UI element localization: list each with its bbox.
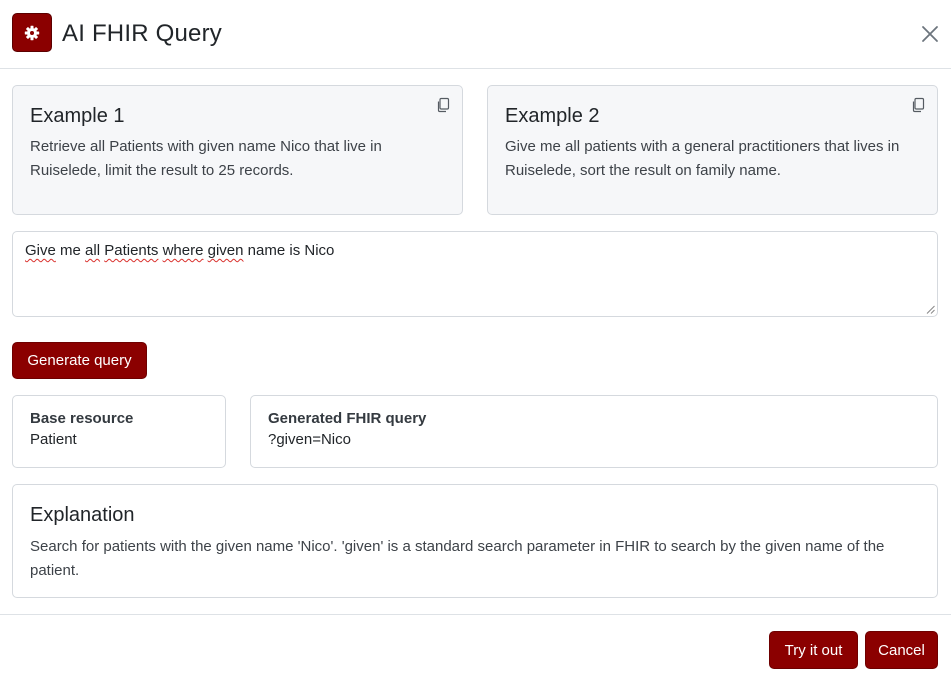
copy-icon[interactable] [435, 97, 451, 113]
prompt-word: is [289, 242, 301, 259]
base-resource-label: Base resource [30, 410, 134, 427]
prompt-word: Patients [104, 242, 159, 259]
example-text: Give me all patients with a general prac… [505, 138, 900, 179]
example-title: Example 2 [505, 105, 600, 127]
close-icon[interactable] [921, 25, 939, 43]
prompt-textarea[interactable]: Give me all Patients where given name is… [12, 231, 938, 317]
modal-title: AI FHIR Query [62, 20, 222, 47]
base-resource-card: Base resource Patient [12, 395, 226, 468]
generated-query-value: ?given=Nico [268, 431, 351, 448]
prompt-text[interactable]: Give me all Patients where given name is… [25, 241, 334, 261]
generated-query-card: Generated FHIR query ?given=Nico [250, 395, 938, 468]
copy-icon[interactable] [910, 97, 926, 113]
resize-handle-icon[interactable] [926, 305, 935, 314]
explanation-card: Explanation Search for patients with the… [12, 484, 938, 598]
prompt-word: Give [25, 242, 56, 259]
prompt-word: Nico [304, 242, 335, 259]
close-button[interactable] [916, 20, 944, 48]
example-card-2[interactable]: Example 2 Give me all patients with a ge… [487, 85, 938, 215]
base-resource-value: Patient [30, 431, 77, 448]
gear-icon [12, 13, 52, 52]
generate-query-button[interactable]: Generate query [12, 342, 147, 379]
example-text: Retrieve all Patients with given name Ni… [30, 138, 382, 179]
cancel-button[interactable]: Cancel [865, 631, 938, 669]
prompt-word: name [247, 242, 286, 259]
prompt-word: where [162, 242, 204, 259]
prompt-word: me [60, 242, 81, 259]
example-title: Example 1 [30, 105, 125, 127]
modal-header: AI FHIR Query [0, 0, 951, 69]
explanation-text: Search for patients with the given name … [30, 538, 885, 579]
prompt-word: given [207, 242, 244, 259]
generated-query-label: Generated FHIR query [268, 410, 427, 427]
prompt-word: all [85, 242, 101, 259]
explanation-title: Explanation [30, 504, 135, 526]
example-card-1[interactable]: Example 1 Retrieve all Patients with giv… [12, 85, 463, 215]
try-it-out-button[interactable]: Try it out [769, 631, 858, 669]
